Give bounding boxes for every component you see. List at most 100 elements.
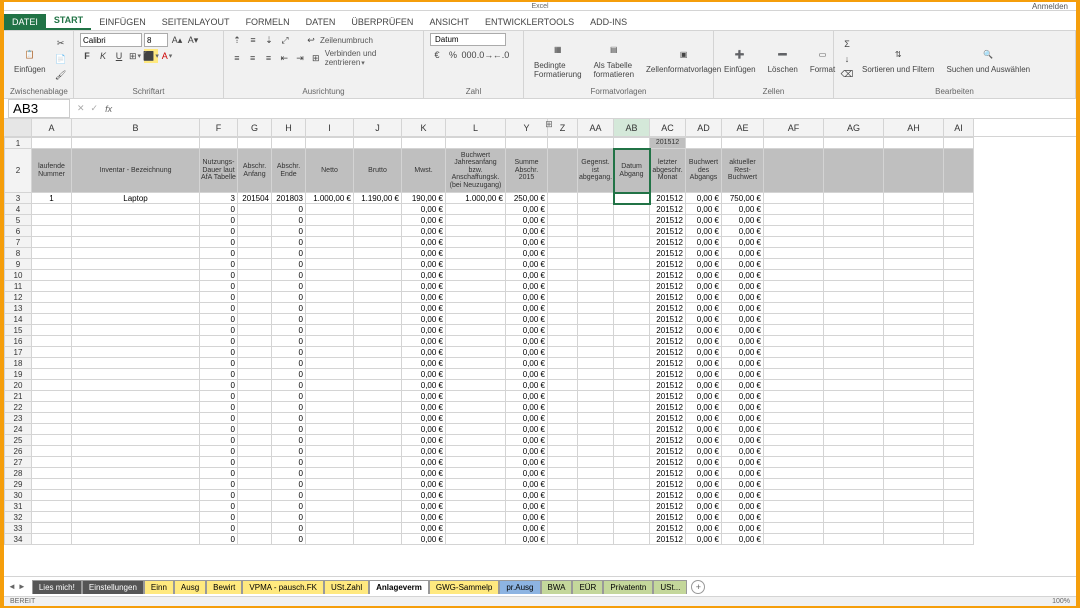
cell[interactable]: 0,00 €	[686, 512, 722, 523]
sheet-tab-ust-zahl[interactable]: USt.Zahl	[324, 580, 369, 594]
cell[interactable]	[354, 479, 402, 490]
orientation-icon[interactable]: ⤢	[278, 33, 292, 47]
cell[interactable]: 0,00 €	[402, 512, 446, 523]
cell[interactable]: 0	[272, 413, 306, 424]
cell[interactable]	[306, 303, 354, 314]
cell[interactable]	[548, 215, 578, 226]
cell[interactable]	[884, 435, 944, 446]
cell[interactable]: 0,00 €	[686, 391, 722, 402]
cell[interactable]	[548, 512, 578, 523]
cell[interactable]	[764, 391, 824, 402]
cell[interactable]: 0,00 €	[402, 435, 446, 446]
cell[interactable]: 0,00 €	[506, 336, 548, 347]
cell[interactable]: 0,00 €	[402, 490, 446, 501]
cell[interactable]: 0	[200, 468, 238, 479]
cell[interactable]	[32, 479, 72, 490]
cut-icon[interactable]: ✂	[54, 36, 68, 50]
cell[interactable]: 0,00 €	[686, 468, 722, 479]
cell[interactable]	[578, 424, 614, 435]
cell[interactable]: 0,00 €	[402, 215, 446, 226]
cell[interactable]	[764, 259, 824, 270]
cell[interactable]	[884, 534, 944, 545]
cell[interactable]	[354, 380, 402, 391]
cell[interactable]	[238, 523, 272, 534]
cell[interactable]: 0	[200, 281, 238, 292]
cell[interactable]	[944, 237, 974, 248]
cell[interactable]	[446, 292, 506, 303]
cell[interactable]: 201512	[650, 248, 686, 259]
cell[interactable]	[446, 501, 506, 512]
cell[interactable]: 201512	[650, 457, 686, 468]
cell[interactable]	[306, 512, 354, 523]
cell[interactable]	[614, 534, 650, 545]
cell[interactable]: 201803	[272, 193, 306, 204]
cell[interactable]: 0,00 €	[722, 226, 764, 237]
cell[interactable]: 0	[272, 248, 306, 259]
cell[interactable]	[614, 193, 650, 204]
cell[interactable]	[824, 270, 884, 281]
cell[interactable]	[238, 204, 272, 215]
cell[interactable]	[578, 523, 614, 534]
cell[interactable]: 1.000,00 €	[446, 193, 506, 204]
cell[interactable]	[764, 215, 824, 226]
cell[interactable]	[548, 237, 578, 248]
cell[interactable]: 0,00 €	[506, 435, 548, 446]
cell[interactable]: 201512	[650, 435, 686, 446]
sheet-tab-bewirt[interactable]: Bewirt	[206, 580, 242, 594]
row-header[interactable]: 9	[5, 259, 32, 270]
col-header-H[interactable]: H	[272, 119, 306, 136]
cell[interactable]	[306, 270, 354, 281]
italic-button[interactable]: K	[96, 49, 110, 63]
row-header[interactable]: 30	[5, 490, 32, 501]
cell[interactable]: Gegenst. ist abgegang.	[578, 149, 614, 193]
cell[interactable]	[884, 314, 944, 325]
cell[interactable]	[548, 435, 578, 446]
cell[interactable]: 0,00 €	[402, 424, 446, 435]
cell[interactable]	[824, 215, 884, 226]
cell[interactable]: 0,00 €	[402, 358, 446, 369]
cell[interactable]	[884, 457, 944, 468]
cell[interactable]	[764, 303, 824, 314]
cell[interactable]	[354, 413, 402, 424]
cell[interactable]: 0,00 €	[686, 457, 722, 468]
cell[interactable]: 0	[200, 314, 238, 325]
cell[interactable]: 0,00 €	[506, 237, 548, 248]
cell[interactable]: 201504	[238, 193, 272, 204]
cell[interactable]	[944, 358, 974, 369]
cell[interactable]	[578, 358, 614, 369]
tab-developer[interactable]: ENTWICKLERTOOLS	[477, 14, 582, 30]
cell[interactable]	[238, 413, 272, 424]
cell[interactable]	[614, 512, 650, 523]
cell[interactable]: 0,00 €	[722, 336, 764, 347]
cell[interactable]: 0,00 €	[402, 391, 446, 402]
cell[interactable]: 0	[200, 303, 238, 314]
cell[interactable]	[548, 424, 578, 435]
cell[interactable]	[944, 369, 974, 380]
cell[interactable]	[824, 446, 884, 457]
cell[interactable]	[548, 292, 578, 303]
cell[interactable]	[824, 523, 884, 534]
cell[interactable]	[306, 215, 354, 226]
cell[interactable]: 0,00 €	[722, 512, 764, 523]
cell[interactable]	[72, 380, 200, 391]
cell[interactable]	[446, 248, 506, 259]
cell[interactable]	[578, 380, 614, 391]
cell[interactable]	[884, 380, 944, 391]
cell[interactable]: 0,00 €	[506, 281, 548, 292]
cell[interactable]	[238, 457, 272, 468]
col-header-K[interactable]: K	[402, 119, 446, 136]
cell[interactable]: aktueller Rest-Buchwert	[722, 149, 764, 193]
border-button[interactable]: ⊞	[128, 49, 142, 63]
cell[interactable]	[32, 369, 72, 380]
cell[interactable]	[884, 215, 944, 226]
cell[interactable]	[72, 479, 200, 490]
cell[interactable]	[548, 270, 578, 281]
cell[interactable]: 201512	[650, 512, 686, 523]
cell[interactable]: 0,00 €	[722, 303, 764, 314]
cell[interactable]: 0	[200, 336, 238, 347]
cell[interactable]: 0	[200, 413, 238, 424]
row-header[interactable]: 18	[5, 358, 32, 369]
cell[interactable]	[764, 226, 824, 237]
cell[interactable]	[614, 457, 650, 468]
cell[interactable]	[354, 204, 402, 215]
